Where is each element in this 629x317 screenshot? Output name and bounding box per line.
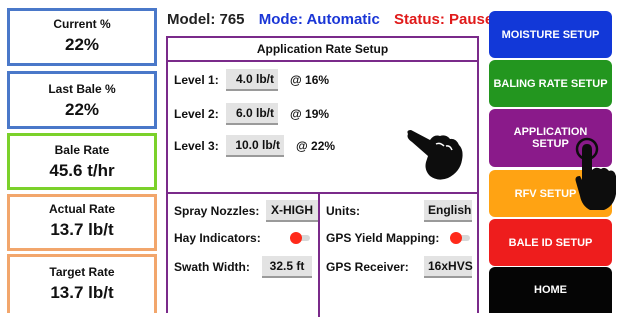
units-label: Units:	[326, 204, 360, 218]
application-rate-panel: Application Rate Setup Level 1: 4.0 lb/t…	[166, 36, 479, 317]
level-1-label: Level 1:	[174, 73, 219, 87]
bale-id-setup-label: BALE ID SETUP	[508, 236, 593, 249]
hay-indicators-toggle[interactable]	[290, 232, 312, 244]
rfv-setup-label: RFV SETUP	[514, 187, 577, 200]
bale-rate-box: Bale Rate 45.6 t/hr	[7, 133, 157, 190]
settings-divider	[318, 194, 320, 317]
last-bale-percent-value: 22%	[64, 100, 100, 119]
spray-nozzles-field[interactable]: X-HIGH	[266, 200, 318, 222]
pointing-hand-icon	[407, 130, 463, 180]
last-bale-percent-box: Last Bale % 22%	[7, 71, 157, 129]
level-1-row: Level 1: 4.0 lb/t @ 16%	[174, 69, 329, 91]
current-percent-value: 22%	[64, 35, 100, 54]
level-1-rate-field[interactable]: 4.0 lb/t	[226, 69, 278, 91]
hay-indicators-label: Hay Indicators:	[174, 231, 261, 245]
moisture-setup-label: MOISTURE SETUP	[501, 28, 600, 41]
model-text: Model: 765	[167, 11, 245, 28]
current-percent-label: Current %	[53, 17, 111, 31]
gps-yield-mapping-toggle[interactable]	[450, 232, 472, 244]
target-rate-value: 13.7 lb/t	[50, 283, 114, 302]
moisture-setup-button[interactable]: MOISTURE SETUP	[489, 11, 612, 58]
bale-id-setup-button[interactable]: BALE ID SETUP	[489, 219, 612, 266]
home-button[interactable]: HOME	[489, 267, 612, 313]
baling-rate-setup-button[interactable]: BALING RATE SETUP	[489, 60, 612, 107]
home-label: HOME	[534, 284, 567, 296]
actual-rate-value: 13.7 lb/t	[50, 220, 114, 239]
swath-width-label: Swath Width:	[174, 260, 250, 274]
level-1-moisture: @ 16%	[290, 73, 330, 87]
current-percent-box: Current % 22%	[7, 8, 157, 66]
settings-section: Spray Nozzles: X-HIGH Hay Indicators: Sw…	[168, 192, 477, 317]
level-2-row: Level 2: 6.0 lb/t @ 19%	[174, 103, 329, 125]
gps-yield-mapping-label: GPS Yield Mapping:	[326, 231, 440, 245]
level-3-label: Level 3:	[174, 139, 219, 153]
units-row: Units: English	[326, 200, 472, 222]
spray-nozzles-row: Spray Nozzles: X-HIGH	[174, 200, 318, 222]
tap-hand-icon	[575, 137, 616, 210]
status-text: Status: Paused	[393, 11, 503, 28]
swath-width-row: Swath Width: 32.5 ft	[174, 256, 312, 278]
panel-title: Application Rate Setup	[168, 38, 477, 62]
gps-receiver-label: GPS Receiver:	[326, 260, 409, 274]
actual-rate-label: Actual Rate	[48, 202, 116, 216]
level-2-label: Level 2:	[174, 107, 219, 121]
level-2-rate-field[interactable]: 6.0 lb/t	[226, 103, 278, 125]
level-2-moisture: @ 19%	[290, 107, 330, 121]
actual-rate-box: Actual Rate 13.7 lb/t	[7, 194, 157, 251]
gps-receiver-row: GPS Receiver: 16xHVS	[326, 256, 473, 278]
hay-indicators-row: Hay Indicators:	[174, 227, 312, 249]
last-bale-percent-label: Last Bale %	[48, 82, 116, 96]
gps-yield-mapping-row: GPS Yield Mapping:	[326, 227, 472, 249]
bale-rate-value: 45.6 t/hr	[49, 161, 115, 180]
level-3-rate-field[interactable]: 10.0 lb/t	[226, 135, 284, 157]
target-rate-label: Target Rate	[49, 265, 115, 279]
level-3-moisture: @ 22%	[296, 139, 336, 153]
units-field[interactable]: English	[424, 200, 472, 222]
baling-rate-setup-label: BALING RATE SETUP	[493, 77, 608, 90]
spray-nozzles-label: Spray Nozzles:	[174, 204, 260, 218]
bale-rate-label: Bale Rate	[54, 143, 110, 157]
gps-receiver-field[interactable]: 16xHVS	[424, 256, 473, 278]
mode-text: Mode: Automatic	[258, 11, 380, 28]
level-3-row: Level 3: 10.0 lb/t @ 22%	[174, 135, 335, 157]
status-line: Model: 765 Mode: Automatic Status: Pause…	[167, 11, 502, 28]
target-rate-box: Target Rate 13.7 lb/t	[7, 254, 157, 313]
swath-width-field[interactable]: 32.5 ft	[262, 256, 312, 278]
